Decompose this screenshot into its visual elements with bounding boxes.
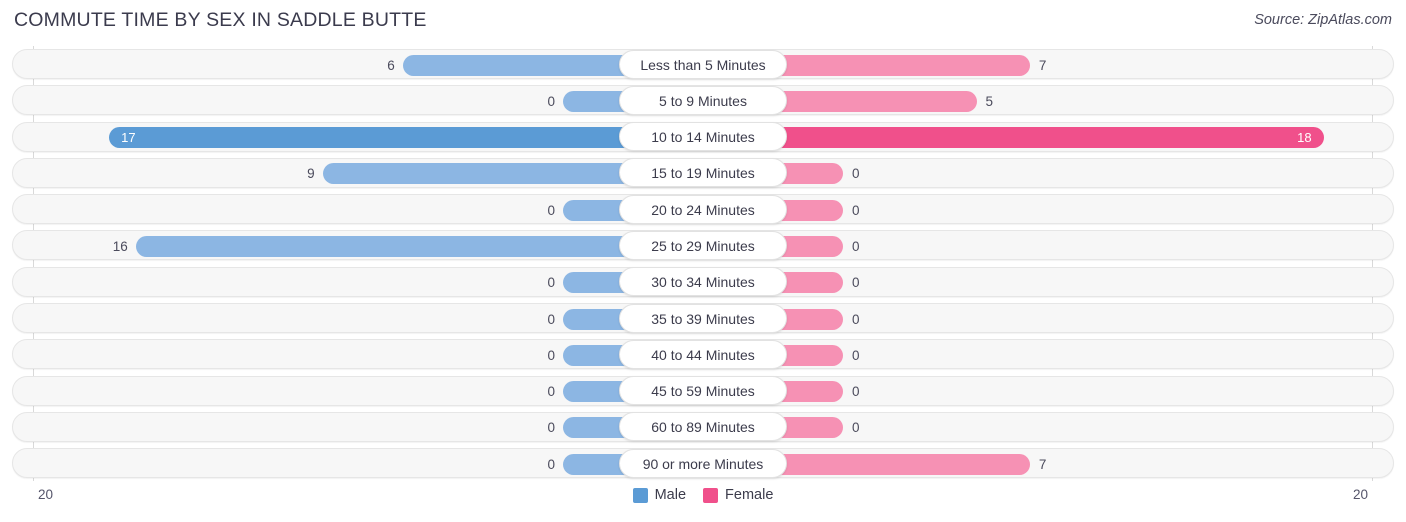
- chart-row: 0 7 90 or more Minutes: [0, 445, 1406, 481]
- chart-header: COMMUTE TIME BY SEX IN SADDLE BUTTE Sour…: [0, 0, 1406, 44]
- legend-item-female[interactable]: Female: [703, 487, 773, 503]
- chart-row: 9 0 15 to 19 Minutes: [0, 155, 1406, 191]
- category-label: 45 to 59 Minutes: [619, 376, 787, 406]
- category-label: 90 or more Minutes: [619, 448, 787, 478]
- legend-label-male: Male: [654, 487, 687, 503]
- bar-value-female: 0: [852, 202, 860, 218]
- bar-value-female: 18: [1297, 130, 1312, 146]
- bar-value-female: 7: [1038, 456, 1047, 472]
- legend-label-female: Female: [725, 487, 774, 503]
- chart-row: 0 0 35 to 39 Minutes: [0, 300, 1406, 336]
- bar-male[interactable]: [402, 54, 633, 76]
- category-label: 35 to 39 Minutes: [619, 303, 787, 333]
- bar-female[interactable]: [773, 54, 1030, 76]
- bar-value-female: 0: [852, 238, 860, 254]
- bar-value-female: 7: [1038, 57, 1047, 73]
- category-label: Less than 5 Minutes: [619, 49, 787, 79]
- bar-female[interactable]: [773, 90, 977, 112]
- bar-value-male: 0: [547, 384, 555, 400]
- category-label: 15 to 19 Minutes: [619, 158, 787, 188]
- bar-value-female: 0: [852, 275, 860, 291]
- chart-row: 0 5 5 to 9 Minutes: [0, 82, 1406, 118]
- chart-legend: Male Female: [0, 487, 1406, 503]
- bar-value-male: 0: [547, 93, 555, 109]
- chart-footer: 20 20 Male Female: [0, 484, 1406, 522]
- chart-row: 0 0 45 to 59 Minutes: [0, 373, 1406, 409]
- legend-swatch-female-icon: [703, 487, 719, 503]
- bar-male[interactable]: [135, 235, 633, 257]
- chart-rows: 6 7 Less than 5 Minutes 0 5 5 to 9 Minutes 17 1…: [0, 46, 1406, 482]
- bar-value-female: 5: [985, 93, 994, 109]
- category-label: 30 to 34 Minutes: [619, 267, 787, 297]
- legend-item-male[interactable]: Male: [632, 487, 687, 503]
- bar-male[interactable]: [109, 127, 633, 149]
- category-label: 60 to 89 Minutes: [619, 412, 787, 442]
- bar-value-female: 0: [852, 420, 860, 436]
- bar-female[interactable]: [773, 453, 1030, 475]
- chart-row: 0 0 30 to 34 Minutes: [0, 264, 1406, 300]
- chart-row: 0 0 60 to 89 Minutes: [0, 409, 1406, 445]
- bar-value-male: 0: [547, 311, 555, 327]
- bar-value-male: 0: [547, 456, 555, 472]
- bar-value-male: 0: [547, 420, 555, 436]
- category-label: 10 to 14 Minutes: [619, 122, 787, 152]
- chart-row: 6 7 Less than 5 Minutes: [0, 46, 1406, 82]
- bar-value-male: 0: [547, 347, 555, 363]
- chart-row: 16 0 25 to 29 Minutes: [0, 227, 1406, 263]
- page-title: COMMUTE TIME BY SEX IN SADDLE BUTTE: [14, 9, 427, 31]
- bar-value-male: 16: [112, 238, 128, 254]
- chart-row: 17 18 10 to 14 Minutes: [0, 119, 1406, 155]
- bar-value-male: 17: [121, 130, 136, 146]
- category-label: 5 to 9 Minutes: [619, 85, 787, 115]
- bar-value-male: 6: [387, 57, 395, 73]
- bar-female[interactable]: [773, 127, 1324, 149]
- category-label: 20 to 24 Minutes: [619, 194, 787, 224]
- bar-value-female: 0: [852, 311, 860, 327]
- chart-row: 0 0 40 to 44 Minutes: [0, 336, 1406, 372]
- bar-value-female: 0: [852, 384, 860, 400]
- chart-row: 0 0 20 to 24 Minutes: [0, 191, 1406, 227]
- bar-value-male: 9: [307, 166, 315, 182]
- source-attribution: Source: ZipAtlas.com: [1254, 12, 1392, 28]
- bar-value-female: 0: [852, 347, 860, 363]
- bar-value-female: 0: [852, 166, 860, 182]
- bar-male[interactable]: [322, 163, 633, 185]
- bar-value-male: 0: [547, 275, 555, 291]
- legend-swatch-male-icon: [632, 487, 648, 503]
- category-label: 40 to 44 Minutes: [619, 339, 787, 369]
- chart-plot-area: 6 7 Less than 5 Minutes 0 5 5 to 9 Minutes 17 1…: [0, 46, 1406, 481]
- bar-value-male: 0: [547, 202, 555, 218]
- category-label: 25 to 29 Minutes: [619, 230, 787, 260]
